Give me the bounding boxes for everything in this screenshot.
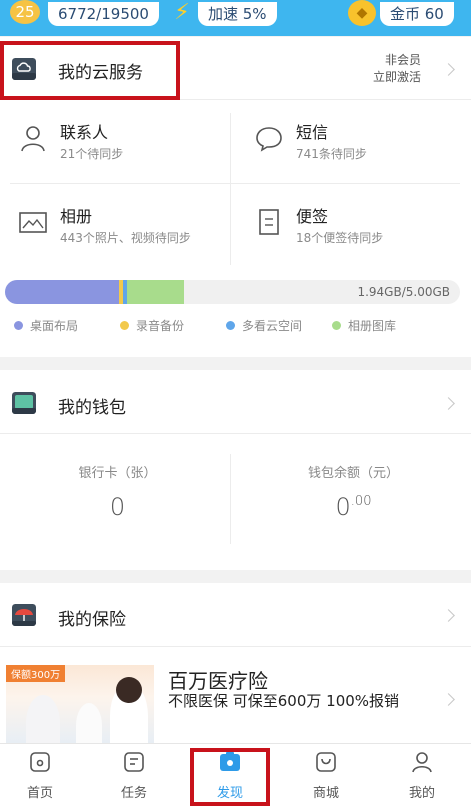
legend-label: 相册图库 — [348, 319, 397, 333]
task-icon — [124, 752, 144, 772]
sync-item-label: 便签 — [296, 207, 329, 226]
coin-icon: ◆ — [348, 0, 376, 26]
sync-item-status: 18个便签待同步 — [296, 231, 384, 245]
discover-tab-highlight — [190, 748, 270, 806]
mall-icon — [316, 752, 336, 772]
balance-integer: 0 — [335, 493, 351, 521]
cloud-service-highlight — [0, 41, 180, 100]
storage-segment-album — [127, 280, 184, 304]
tab-label: 商城 — [312, 786, 339, 801]
sync-item-status: 443个照片、视频待同步 — [60, 231, 191, 245]
coin-balance[interactable]: 金币 60 — [380, 2, 454, 26]
legend-item: 相册图库 — [332, 317, 396, 334]
grid-divider-horizontal — [10, 183, 460, 184]
tab-profile[interactable]: 我的 — [382, 750, 462, 801]
sync-grid: 联系人 21个待同步 短信 741条待同步 相册 443个照片、视频待同步 便签… — [0, 101, 471, 281]
legend-dot — [332, 321, 341, 330]
legend-dot — [14, 321, 23, 330]
banner-tag: 保额300万 — [6, 665, 66, 682]
tab-mall[interactable]: 商城 — [286, 750, 366, 801]
tab-label: 任务 — [120, 786, 147, 801]
member-status-label: 非会员 — [384, 53, 421, 67]
sync-item-label: 联系人 — [60, 123, 109, 142]
legend-item: 桌面布局 — [14, 317, 78, 334]
insurance-title: 我的保险 — [58, 610, 126, 630]
sync-item-status: 741条待同步 — [296, 147, 367, 161]
note-icon — [259, 209, 279, 235]
storage-usage-text: 1.94GB/5.00GB — [357, 285, 450, 299]
contact-icon — [21, 126, 45, 152]
sync-item-label: 短信 — [296, 123, 329, 142]
legend-item: 多看云空间 — [226, 317, 302, 334]
speed-boost[interactable]: 加速 5% — [198, 2, 277, 26]
sync-item-album[interactable]: 相册 443个照片、视频待同步 — [0, 185, 235, 265]
legend-label: 录音备份 — [136, 319, 185, 333]
cloud-service-card: 我的云服务 非会员 立即激活 联系人 21个待同步 短信 741条待同步 相册 … — [0, 37, 471, 357]
insurance-product-subtitle: 不限医保 可保至600万 100%报销 — [168, 692, 400, 710]
chevron-right-icon — [442, 609, 455, 622]
home-icon — [30, 752, 50, 772]
wallet-balance-label: 钱包余额（元） — [307, 466, 399, 481]
chevron-right-icon — [442, 693, 455, 706]
sync-item-status: 21个待同步 — [60, 147, 124, 161]
storage-usage-bar: 1.94GB/5.00GB — [5, 280, 460, 304]
nurse-figure — [76, 703, 102, 745]
tab-tasks[interactable]: 任务 — [94, 750, 174, 801]
legend-label: 多看云空间 — [242, 319, 303, 333]
sync-item-notes[interactable]: 便签 18个便签待同步 — [236, 185, 471, 265]
insurance-banner-image[interactable]: 保额300万 — [6, 665, 154, 745]
tab-label: 首页 — [26, 786, 53, 801]
chevron-right-icon — [442, 397, 455, 410]
bank-card-label: 银行卡（张） — [78, 466, 157, 481]
wallet-title: 我的钱包 — [58, 398, 126, 418]
album-icon — [19, 212, 47, 233]
insurance-card: 我的保险 保额300万 百万医疗险 不限医保 可保至600万 100%报销 — [0, 583, 471, 745]
activate-link[interactable]: 立即激活 — [373, 69, 421, 86]
person-head — [116, 677, 142, 703]
umbrella-icon — [12, 604, 36, 626]
wallet-balance-stat[interactable]: 钱包余额（元） 0.00 — [236, 462, 471, 521]
member-status[interactable]: 非会员 立即激活 — [373, 52, 421, 86]
legend-dot — [226, 321, 235, 330]
wallet-card: 我的钱包 银行卡（张） 0 钱包余额（元） 0.00 — [0, 370, 471, 570]
experience-progress: 6772/19500 — [48, 2, 159, 26]
bank-card-count: 0 — [109, 493, 126, 521]
sync-item-sms[interactable]: 短信 741条待同步 — [236, 101, 471, 181]
lightning-icon: ⚡ — [174, 0, 190, 25]
sync-item-contacts[interactable]: 联系人 21个待同步 — [0, 101, 235, 181]
insurance-header[interactable]: 我的保险 — [0, 583, 471, 647]
profile-icon — [412, 752, 432, 773]
level-badge: 25 — [10, 0, 40, 24]
balance-decimal: .00 — [350, 494, 372, 509]
doctor-figure — [26, 695, 60, 745]
wallet-balance-value: 0.00 — [236, 493, 471, 521]
bank-card-stat[interactable]: 银行卡（张） 0 — [0, 462, 235, 521]
sync-item-label: 相册 — [60, 207, 93, 226]
tab-home[interactable]: 首页 — [0, 750, 80, 801]
legend-dot — [120, 321, 129, 330]
legend-label: 桌面布局 — [30, 319, 79, 333]
wallet-header[interactable]: 我的钱包 — [0, 370, 471, 434]
wallet-icon — [12, 392, 36, 414]
storage-segment-desktop — [5, 280, 119, 304]
top-status-bar: 25 6772/19500 ⚡ 加速 5% ◆ 金币 60 — [0, 0, 471, 36]
legend-item: 录音备份 — [120, 317, 184, 334]
tab-label: 我的 — [408, 786, 435, 801]
storage-legend: 桌面布局 录音备份 多看云空间 相册图库 — [0, 317, 471, 337]
sms-icon — [256, 127, 282, 152]
chevron-right-icon — [442, 63, 455, 76]
